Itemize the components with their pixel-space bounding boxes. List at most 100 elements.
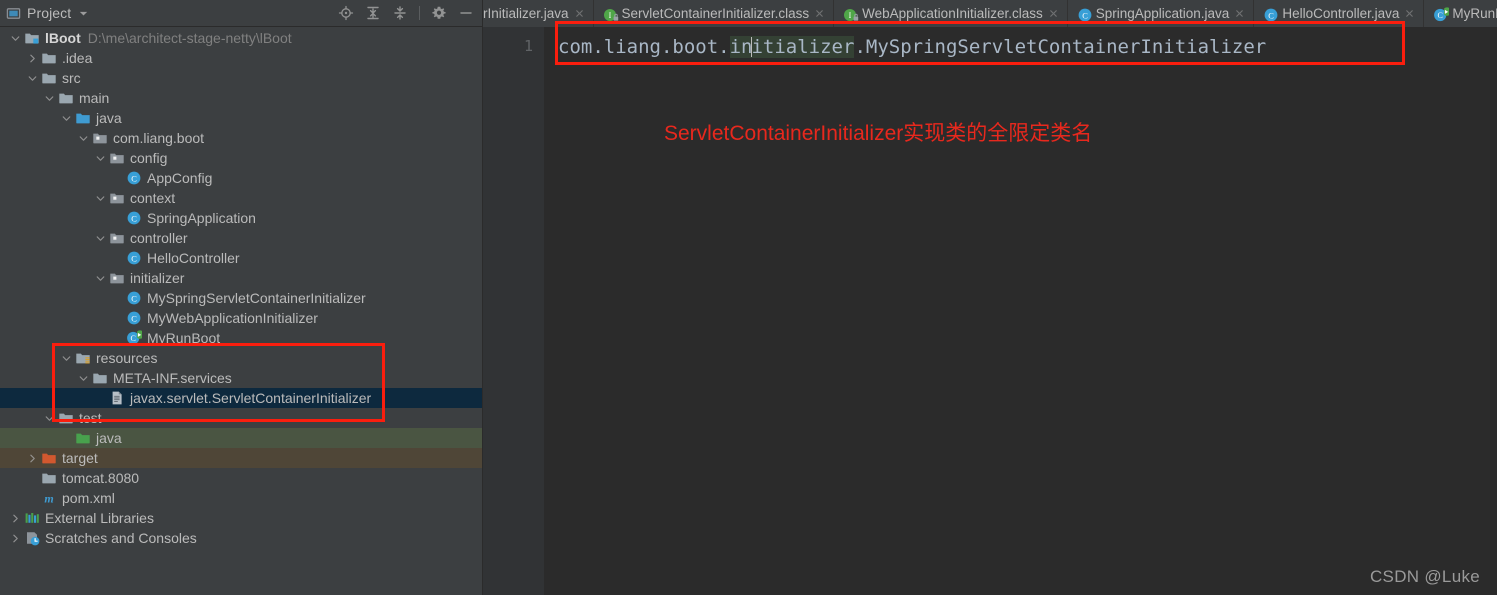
tree-row-label: tomcat.8080 <box>62 470 140 486</box>
svg-text:C: C <box>1438 11 1443 20</box>
class-icon: C <box>126 250 142 266</box>
editor-tab[interactable]: I ServletContainerInitializer.class <box>594 0 835 27</box>
tree-row-label: .idea <box>62 50 93 66</box>
editor-tab[interactable]: rInitializer.java <box>483 0 594 27</box>
chevron-down-icon[interactable] <box>44 413 55 424</box>
tree-row-label: target <box>62 450 98 466</box>
chevron-down-icon[interactable] <box>95 153 106 164</box>
tree-row[interactable]: C MyWebApplicationInitializer <box>0 308 482 328</box>
chevron-down-icon[interactable] <box>27 73 38 84</box>
editor-code-area[interactable]: com.liang.boot.initializer.MySpringServl… <box>544 27 1497 595</box>
close-icon[interactable] <box>1048 8 1059 19</box>
chevron-down-icon[interactable] <box>95 273 106 284</box>
folder-icon <box>41 470 57 486</box>
editor-tab-label: SpringApplication.java <box>1095 6 1230 21</box>
tree-row[interactable]: C MySpringServletContainerInitializer <box>0 288 482 308</box>
close-icon[interactable] <box>1234 8 1245 19</box>
tree-row-label: java <box>96 110 122 126</box>
tree-row[interactable]: tomcat.8080 <box>0 468 482 488</box>
close-icon[interactable] <box>814 8 825 19</box>
close-icon[interactable] <box>574 8 585 19</box>
editor-tab[interactable]: C HelloController.java <box>1254 0 1425 27</box>
chevron-down-icon[interactable] <box>78 133 89 144</box>
tree-row[interactable]: context <box>0 188 482 208</box>
collapse-all-icon[interactable] <box>392 5 408 21</box>
editor-tab[interactable]: I WebApplicationInitializer.class <box>834 0 1068 27</box>
tree-row-label: META-INF.services <box>113 370 232 386</box>
chevron-right-icon[interactable] <box>27 453 38 464</box>
tree-row[interactable]: C MyRunBoot <box>0 328 482 348</box>
chevron-down-icon[interactable] <box>95 233 106 244</box>
chevron-down-icon[interactable] <box>78 373 89 384</box>
class-icon: C <box>126 170 142 186</box>
svg-text:C: C <box>131 214 137 223</box>
tree-row[interactable]: controller <box>0 228 482 248</box>
tree-row[interactable]: resources <box>0 348 482 368</box>
tree-row-label: lBoot <box>45 30 81 46</box>
scratches-icon <box>24 530 40 546</box>
code-line-1[interactable]: com.liang.boot.initializer.MySpringServl… <box>558 36 1266 58</box>
tree-row[interactable]: C HelloController <box>0 248 482 268</box>
tree-row[interactable]: C SpringApplication <box>0 208 482 228</box>
editor-tab-bar[interactable]: rInitializer.java I ServletContainerInitia… <box>483 0 1497 27</box>
project-view-icon[interactable] <box>6 6 21 21</box>
editor-tab[interactable]: C MyRunB <box>1424 0 1497 27</box>
tree-row[interactable]: java <box>0 428 482 448</box>
svg-text:C: C <box>131 294 137 303</box>
chevron-down-icon[interactable] <box>10 33 21 44</box>
tree-row[interactable]: META-INF.services <box>0 368 482 388</box>
tree-row-label: MyRunBoot <box>147 330 221 346</box>
tree-row[interactable]: java <box>0 108 482 128</box>
svg-text:C: C <box>1082 11 1088 20</box>
tree-row[interactable]: C AppConfig <box>0 168 482 188</box>
project-tree[interactable]: lBoot D:\me\architect-stage-netty\lBoot .i… <box>0 28 482 595</box>
locate-icon[interactable] <box>338 5 354 21</box>
tree-row[interactable]: Scratches and Consoles <box>0 528 482 548</box>
tree-row-label: java <box>96 430 122 446</box>
maven-icon: m <box>41 490 57 506</box>
ident-after-caret: itializer <box>751 36 855 58</box>
editor-tab[interactable]: C SpringApplication.java <box>1068 0 1255 27</box>
tree-row-label: MySpringServletContainerInitializer <box>147 290 366 306</box>
package-icon <box>109 270 125 286</box>
chevron-down-icon[interactable] <box>44 93 55 104</box>
editor-tab-label: WebApplicationInitializer.class <box>862 6 1043 21</box>
expand-all-icon[interactable] <box>365 5 381 21</box>
tree-row[interactable]: External Libraries <box>0 508 482 528</box>
tree-row-label: initializer <box>130 270 185 286</box>
chevron-right-icon[interactable] <box>10 533 21 544</box>
tree-row[interactable]: com.liang.boot <box>0 128 482 148</box>
tree-row-label: src <box>62 70 81 86</box>
tree-row[interactable]: m pom.xml <box>0 488 482 508</box>
chevron-down-icon[interactable] <box>61 113 72 124</box>
runnable-class-icon: C <box>1433 6 1450 21</box>
tree-row[interactable]: main <box>0 88 482 108</box>
class-icon: C <box>1263 7 1278 21</box>
editor-area: rInitializer.java I ServletContainerInitia… <box>483 0 1497 595</box>
package-icon <box>109 150 125 166</box>
close-icon[interactable] <box>1404 8 1415 19</box>
tree-row[interactable]: src <box>0 68 482 88</box>
tree-row[interactable]: config <box>0 148 482 168</box>
tree-row-label: SpringApplication <box>147 210 256 226</box>
tree-row[interactable]: target <box>0 448 482 468</box>
tree-row[interactable]: initializer <box>0 268 482 288</box>
tree-row-label: controller <box>130 230 188 246</box>
chevron-right-icon[interactable] <box>27 53 38 64</box>
chevron-right-icon[interactable] <box>10 513 21 524</box>
minimize-icon[interactable] <box>458 5 474 21</box>
chevron-down-icon[interactable] <box>77 7 90 20</box>
tree-row[interactable]: javax.servlet.ServletContainerInitialize… <box>0 388 482 408</box>
package-icon <box>92 130 108 146</box>
folder-icon <box>92 370 108 386</box>
chevron-down-icon[interactable] <box>61 353 72 364</box>
chevron-down-icon[interactable] <box>95 193 106 204</box>
tree-row[interactable]: test <box>0 408 482 428</box>
source-root-icon <box>75 110 91 126</box>
code-prefix: com.liang.boot. <box>558 36 730 58</box>
tree-row[interactable]: .idea <box>0 48 482 68</box>
tree-row[interactable]: lBoot D:\me\architect-stage-netty\lBoot <box>0 28 482 48</box>
tree-row-label: config <box>130 150 168 166</box>
settings-gear-icon[interactable] <box>431 5 447 21</box>
code-suffix: .MySpringServletContainerInitializer <box>854 36 1267 58</box>
